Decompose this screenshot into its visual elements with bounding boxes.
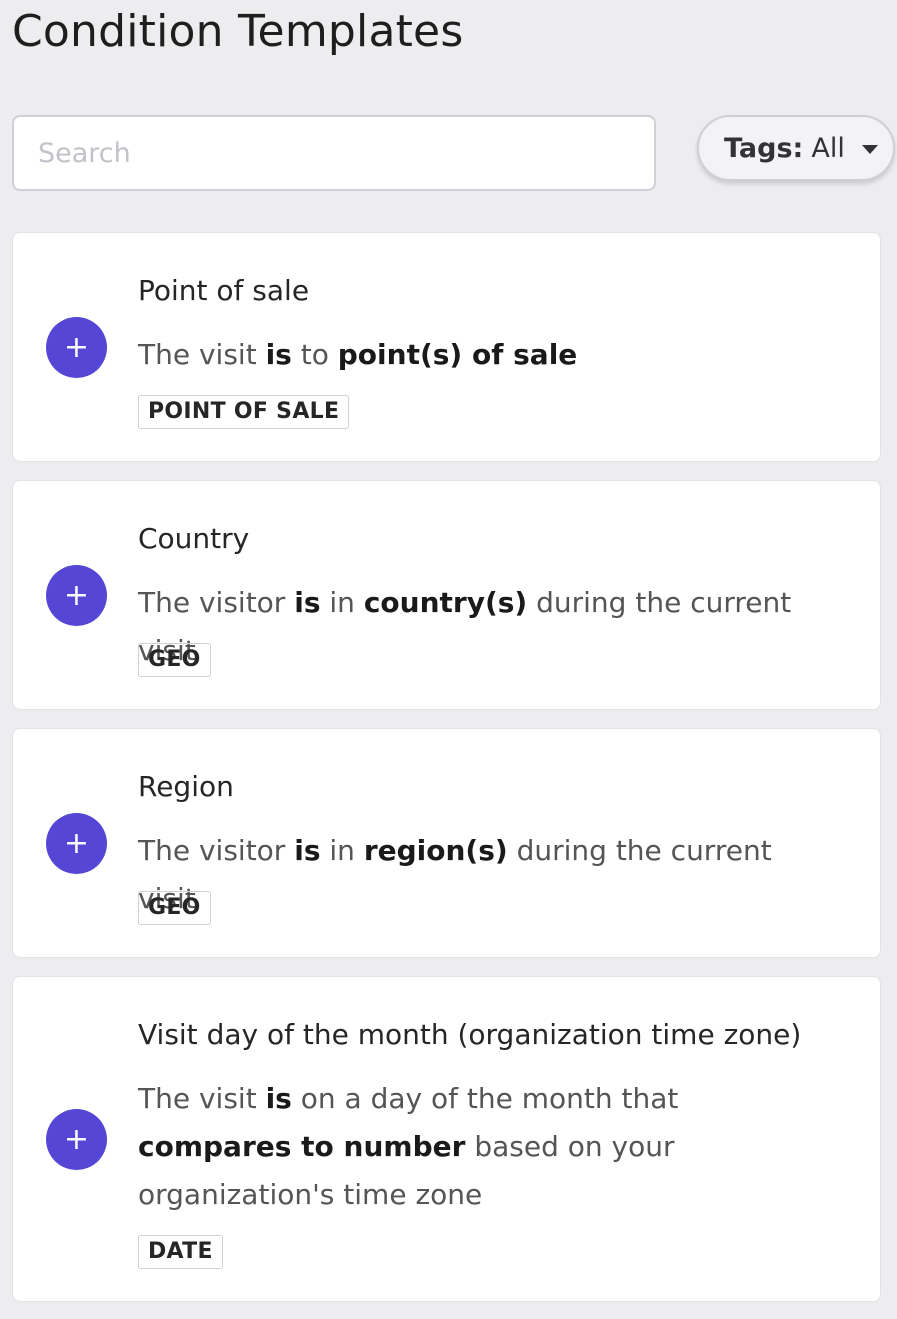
add-template-button[interactable]: +	[46, 317, 107, 378]
template-title: Country	[138, 522, 250, 555]
template-tag-badge: POINT OF SALE	[138, 395, 350, 429]
template-card-visit-day-of-month[interactable]: + Visit day of the month (organization t…	[12, 976, 881, 1302]
template-description: The visit is to point(s) of sale	[138, 338, 578, 371]
add-template-button[interactable]: +	[46, 565, 107, 626]
template-title: Region	[138, 770, 234, 803]
add-template-button[interactable]: +	[46, 813, 107, 874]
search-input[interactable]	[12, 115, 656, 191]
plus-icon: +	[63, 826, 90, 861]
condition-templates-page: Condition Templates Tags: All + Point of…	[0, 0, 897, 1319]
template-tag-badge: DATE	[138, 1235, 223, 1269]
plus-icon: +	[63, 578, 90, 613]
page-title: Condition Templates	[12, 6, 464, 57]
template-description: The visit is on a day of the month that …	[138, 1082, 679, 1211]
template-title: Point of sale	[138, 274, 310, 307]
template-title: Visit day of the month (organization tim…	[138, 1018, 802, 1051]
add-template-button[interactable]: +	[46, 1109, 107, 1170]
template-tag-badge: GEO	[138, 891, 211, 925]
plus-icon: +	[63, 1122, 90, 1157]
template-tag-badge: GEO	[138, 643, 211, 677]
caret-down-icon	[861, 144, 878, 154]
plus-icon: +	[63, 330, 90, 365]
template-card-point-of-sale[interactable]: + Point of sale The visit is to point(s)…	[12, 232, 881, 462]
tags-filter-value: All	[811, 132, 845, 164]
tags-filter-label: Tags:	[724, 132, 804, 164]
template-card-region[interactable]: + Region The visitor is in region(s) dur…	[12, 728, 881, 958]
tags-filter-dropdown[interactable]: Tags: All	[697, 115, 895, 181]
template-card-country[interactable]: + Country The visitor is in country(s) d…	[12, 480, 881, 710]
template-description: The visitor is in country(s) during the …	[138, 586, 792, 667]
template-description: The visitor is in region(s) during the c…	[138, 834, 772, 915]
